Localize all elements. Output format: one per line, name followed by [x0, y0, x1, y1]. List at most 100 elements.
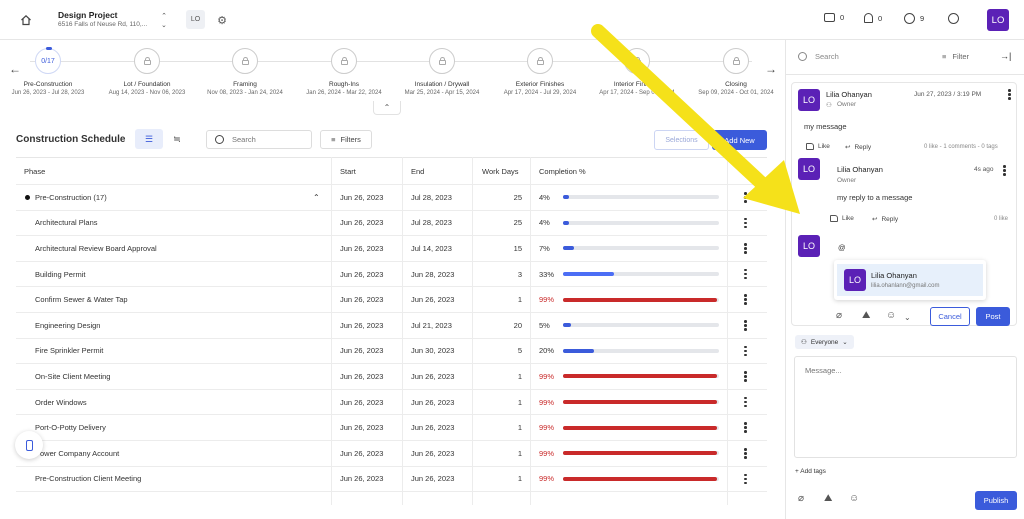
table-row[interactable]: Confirm Sewer & Water Tap Jun 26, 2023 Jun…: [16, 287, 767, 313]
table-row[interactable]: Engineering Design Jun 26, 2023 Jul 21, 20…: [16, 313, 767, 339]
message-box: [794, 356, 1017, 458]
post-button[interactable]: Post: [976, 307, 1010, 326]
comment-reply-button[interactable]: ↩ Reply: [845, 143, 871, 152]
lock-icon: [143, 57, 151, 65]
phase-name: Pre-Construction Client Meeting: [35, 474, 142, 484]
row-menu-icon[interactable]: [744, 339, 747, 364]
table-row[interactable]: Architectural Plans Jun 26, 2023 Jul 28, 2…: [16, 211, 767, 237]
table-group-row[interactable]: Pre-Construction (17) ⌃ Jun 26, 2023 Jul 28…: [16, 185, 767, 211]
phase-name: Fire Sprinkler Permit: [35, 346, 104, 356]
audience-select[interactable]: ⚇ Everyone ⌄: [795, 335, 854, 349]
alerts-counter[interactable]: 9: [904, 13, 924, 24]
mention-email: lilia.ohanlann@gmail.com: [871, 283, 940, 289]
column-header-completion[interactable]: Completion %: [539, 158, 586, 184]
timeline-stage[interactable]: Lot / Foundation Aug 14, 2023 - Nov 06, 2…: [92, 48, 202, 96]
top-bar: Design Project 6516 Falls of Neuse Rd, 1…: [0, 0, 1024, 40]
table-row[interactable]: Port-O-Potty Delivery Jun 26, 2023 Jun 26,…: [16, 415, 767, 441]
schedule-search-input[interactable]: [232, 135, 302, 144]
gantt-view-button[interactable]: ≒: [163, 129, 191, 149]
completion-percent: 4%: [539, 218, 550, 228]
emoji-icon[interactable]: ☺: [886, 310, 896, 321]
row-menu-icon[interactable]: [744, 287, 747, 312]
completion-bar-fill: [563, 451, 718, 456]
timeline-stage[interactable]: Rough-Ins Jan 26, 2024 - Mar 22, 2024: [289, 48, 399, 96]
timeline-stage[interactable]: Exterior Finishes Apr 17, 2024 - Jul 29, …: [485, 48, 595, 96]
row-menu-icon[interactable]: [744, 236, 747, 261]
emoji-icon[interactable]: ☺: [849, 493, 859, 504]
project-switch-icon[interactable]: ⌃ ⌃: [157, 12, 171, 28]
row-menu-icon[interactable]: [744, 441, 747, 466]
row-menu-icon[interactable]: [744, 467, 747, 492]
work-days: 1: [517, 474, 522, 484]
column-header-phase[interactable]: Phase: [24, 158, 45, 184]
collapse-timeline-button[interactable]: ⌃: [373, 101, 401, 115]
table-row[interactable]: Fire Sprinkler Permit Jun 26, 2023 Jun 30,…: [16, 339, 767, 365]
home-icon[interactable]: [18, 12, 34, 28]
timeline-prev-icon[interactable]: ←: [9, 62, 21, 76]
panel-search[interactable]: Search: [798, 52, 839, 61]
row-menu-icon[interactable]: [744, 185, 747, 210]
stage-dates: Sep 09, 2024 - Oct 01, 2024: [698, 90, 774, 96]
table-row[interactable]: Pre-Construction Client Meeting Jun 26, 2…: [16, 467, 767, 493]
messages-counter[interactable]: 0: [824, 13, 844, 22]
table-row[interactable]: Architectural Review Board Approval Jun 2…: [16, 236, 767, 262]
panel-filter-button[interactable]: ≡ Filter: [942, 52, 969, 61]
end-date: Jun 26, 2023: [411, 371, 455, 381]
mention-option[interactable]: LO Lilia Ohanyan lilia.ohanlann@gmail.co…: [837, 264, 983, 296]
compose-input[interactable]: @: [838, 243, 846, 252]
stage-dates: Mar 25, 2024 - Apr 15, 2024: [404, 90, 480, 96]
timeline-next-icon[interactable]: →: [765, 62, 777, 76]
row-menu-icon[interactable]: [744, 262, 747, 287]
message-input[interactable]: [795, 357, 1016, 457]
row-menu-icon[interactable]: [744, 211, 747, 236]
comment-menu-icon[interactable]: [1008, 89, 1011, 100]
image-icon[interactable]: ⛰: [824, 493, 832, 504]
attach-icon[interactable]: ⌀: [798, 493, 804, 504]
stage-dates: Nov 08, 2023 - Jan 24, 2024: [207, 90, 283, 96]
attach-icon[interactable]: ⌀: [836, 310, 842, 321]
row-menu-icon[interactable]: [744, 313, 747, 338]
image-icon[interactable]: ⛰: [862, 310, 870, 321]
mobile-view-button[interactable]: [15, 431, 43, 459]
timeline-stage[interactable]: Interior Finishes Apr 17, 2024 - Sep 05, …: [582, 48, 692, 96]
table-row[interactable]: Order Windows Jun 26, 2023 Jun 26, 2023 1 99…: [16, 390, 767, 416]
reply-reply-button[interactable]: ↩ Reply: [872, 215, 898, 224]
row-menu-icon[interactable]: [744, 390, 747, 415]
settings-gear-icon[interactable]: ⚙: [214, 12, 230, 28]
timeline-stage[interactable]: Framing Nov 08, 2023 - Jan 24, 2024: [190, 48, 300, 96]
column-header-work-days[interactable]: Work Days: [482, 158, 519, 184]
reply-menu-icon[interactable]: [1003, 165, 1006, 176]
cancel-button[interactable]: Cancel: [930, 307, 970, 326]
comment-like-button[interactable]: Like: [806, 143, 830, 150]
profile-avatar[interactable]: LO: [987, 9, 1009, 31]
publish-button[interactable]: Publish: [975, 491, 1017, 510]
add-tags-button[interactable]: + Add tags: [795, 468, 826, 475]
start-date: Jun 26, 2023: [340, 346, 384, 356]
panel-divider: [786, 74, 1024, 75]
start-date: Jun 26, 2023: [340, 371, 384, 381]
column-header-end[interactable]: End: [411, 158, 424, 184]
table-row[interactable]: On-Site Client Meeting Jun 26, 2023 Jun 26…: [16, 364, 767, 390]
table-row[interactable]: Power Company Account Jun 26, 2023 Jun 26,…: [16, 441, 767, 467]
user-badge[interactable]: LO: [186, 10, 205, 29]
row-menu-icon[interactable]: [744, 415, 747, 440]
reply-like-button[interactable]: Like: [830, 215, 854, 222]
collapse-panel-icon[interactable]: →|: [1000, 51, 1011, 61]
lock-icon: [438, 57, 446, 65]
work-days: 3: [517, 269, 522, 279]
notifications-counter[interactable]: 0: [864, 13, 882, 23]
row-menu-icon[interactable]: [744, 364, 747, 389]
schedule-search[interactable]: [206, 130, 312, 149]
project-title[interactable]: Design Project: [58, 10, 118, 20]
list-view-button[interactable]: ☰: [135, 129, 163, 149]
timeline-stage[interactable]: Insulation / Drywall Mar 25, 2024 - Apr 1…: [387, 48, 497, 96]
end-date: Jun 28, 2023: [411, 269, 455, 279]
table-row[interactable]: Building Permit Jun 26, 2023 Jun 28, 2023 3…: [16, 262, 767, 288]
column-header-start[interactable]: Start: [340, 158, 356, 184]
selections-button[interactable]: Selections: [654, 130, 709, 150]
chevron-up-icon[interactable]: ⌃: [313, 185, 320, 210]
filters-button[interactable]: ≡ Filters: [320, 130, 372, 149]
chevron-down-icon[interactable]: ⌄: [904, 313, 911, 322]
add-new-button[interactable]: Add New: [712, 130, 767, 150]
upload-button[interactable]: [948, 13, 959, 24]
